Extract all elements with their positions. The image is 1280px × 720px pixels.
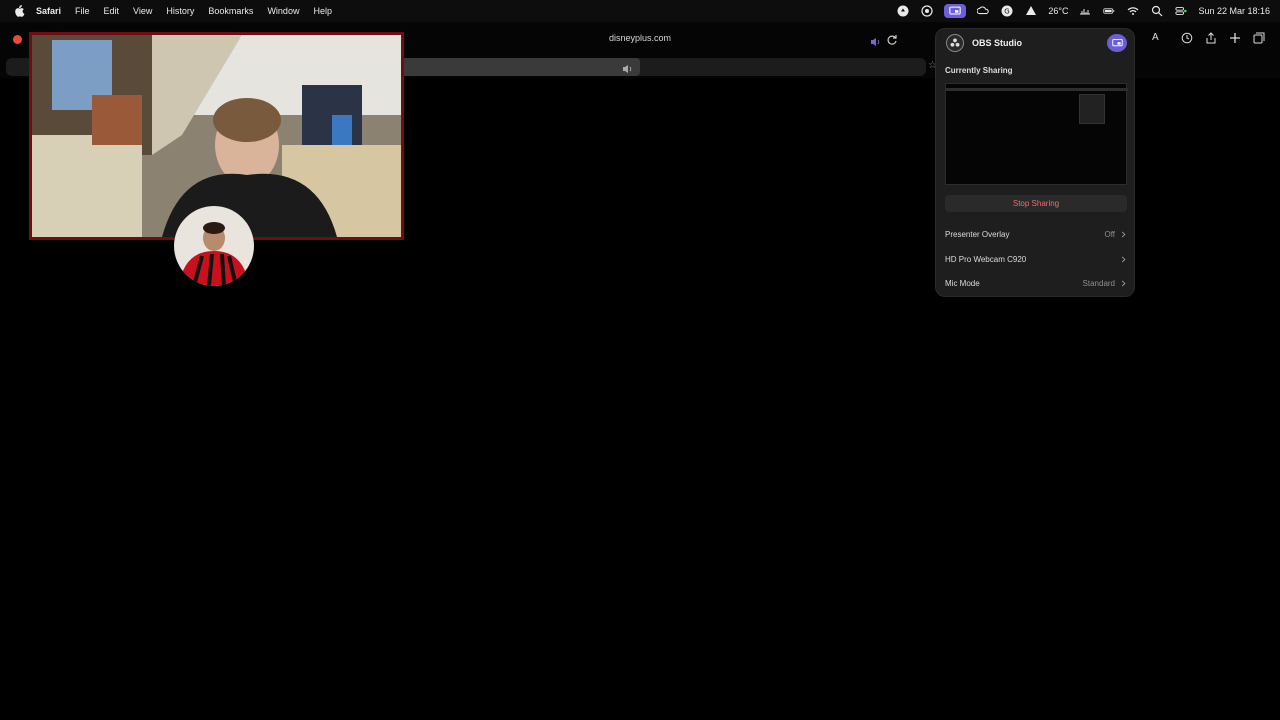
history-icon[interactable] [1180, 31, 1194, 45]
control-center-icon[interactable] [1174, 4, 1188, 18]
screen-sharing-toggle-icon[interactable] [1107, 34, 1127, 52]
preview-menubar [946, 88, 1128, 91]
sharing-preview[interactable] [945, 83, 1128, 185]
svg-text:G: G [1005, 8, 1010, 16]
creative-cloud-icon[interactable] [976, 4, 990, 18]
menu-app-safari[interactable]: Safari [36, 6, 61, 16]
avatar [174, 206, 254, 286]
wifi-icon[interactable] [1126, 4, 1140, 18]
stop-sharing-button[interactable]: Stop Sharing [945, 195, 1127, 212]
close-window-button[interactable] [13, 35, 22, 44]
webcam-source-label: HD Pro Webcam C920 [945, 254, 1027, 264]
obs-logo-icon [946, 34, 964, 52]
apple-menu-icon[interactable] [12, 4, 26, 18]
status-area: G 26°C Sun 22 Mar 18:16 [896, 0, 1270, 22]
battery-icon[interactable] [1102, 4, 1116, 18]
preview-window [1079, 94, 1105, 124]
menu-bookmarks[interactable]: Bookmarks [208, 6, 253, 16]
presenter-overlay-label: Presenter Overlay [945, 229, 1010, 239]
clock-text[interactable]: Sun 22 Mar 18:16 [1198, 6, 1270, 16]
audio-levels-icon[interactable] [1078, 4, 1092, 18]
address-bar-url[interactable]: disneyplus.com [560, 33, 720, 43]
mic-mode-value: Standard [1082, 278, 1115, 288]
obs-app-name: OBS Studio [972, 38, 1022, 48]
chevron-right-icon [1119, 230, 1127, 238]
menu-history[interactable]: History [166, 6, 194, 16]
obs-header: OBS Studio [936, 29, 1134, 57]
tab-audio-icon[interactable] [622, 61, 634, 73]
chevron-right-icon [1119, 279, 1127, 287]
mic-mode-row[interactable]: Mic Mode Standard [945, 274, 1127, 292]
presenter-overlay-value: Off [1104, 229, 1115, 239]
extension-icon[interactable] [920, 4, 934, 18]
obs-sharing-panel: OBS Studio Currently Sharing Stop Sharin… [935, 28, 1135, 297]
temperature-text[interactable]: 26°C [1048, 6, 1068, 16]
new-tab-icon[interactable] [1228, 31, 1242, 45]
menu-edit[interactable]: Edit [104, 6, 120, 16]
presenter-overlay-row[interactable]: Presenter Overlay Off [945, 225, 1127, 243]
weather-icon[interactable] [1024, 4, 1038, 18]
grammarly-icon[interactable]: G [1000, 4, 1014, 18]
record-icon[interactable] [896, 4, 910, 18]
search-icon[interactable] [1150, 4, 1164, 18]
currently-sharing-label: Currently Sharing [945, 66, 1013, 75]
menu-view[interactable]: View [133, 6, 152, 16]
chevron-right-icon [1119, 255, 1127, 263]
menu-help[interactable]: Help [313, 6, 332, 16]
webcam-source-row[interactable]: HD Pro Webcam C920 [945, 250, 1127, 268]
reload-icon[interactable] [886, 33, 898, 45]
menu-window[interactable]: Window [267, 6, 299, 16]
share-icon[interactable] [1204, 31, 1218, 45]
browser-tools [1150, 31, 1266, 45]
speaker-icon[interactable] [870, 34, 882, 46]
menu-bar: Safari File Edit View History Bookmarks … [0, 0, 1280, 22]
menu-file[interactable]: File [75, 6, 90, 16]
screen-sharing-icon[interactable] [944, 4, 967, 18]
tab-overview-icon[interactable] [1252, 31, 1266, 45]
tab-active[interactable] [400, 58, 640, 76]
mic-mode-label: Mic Mode [945, 278, 980, 288]
